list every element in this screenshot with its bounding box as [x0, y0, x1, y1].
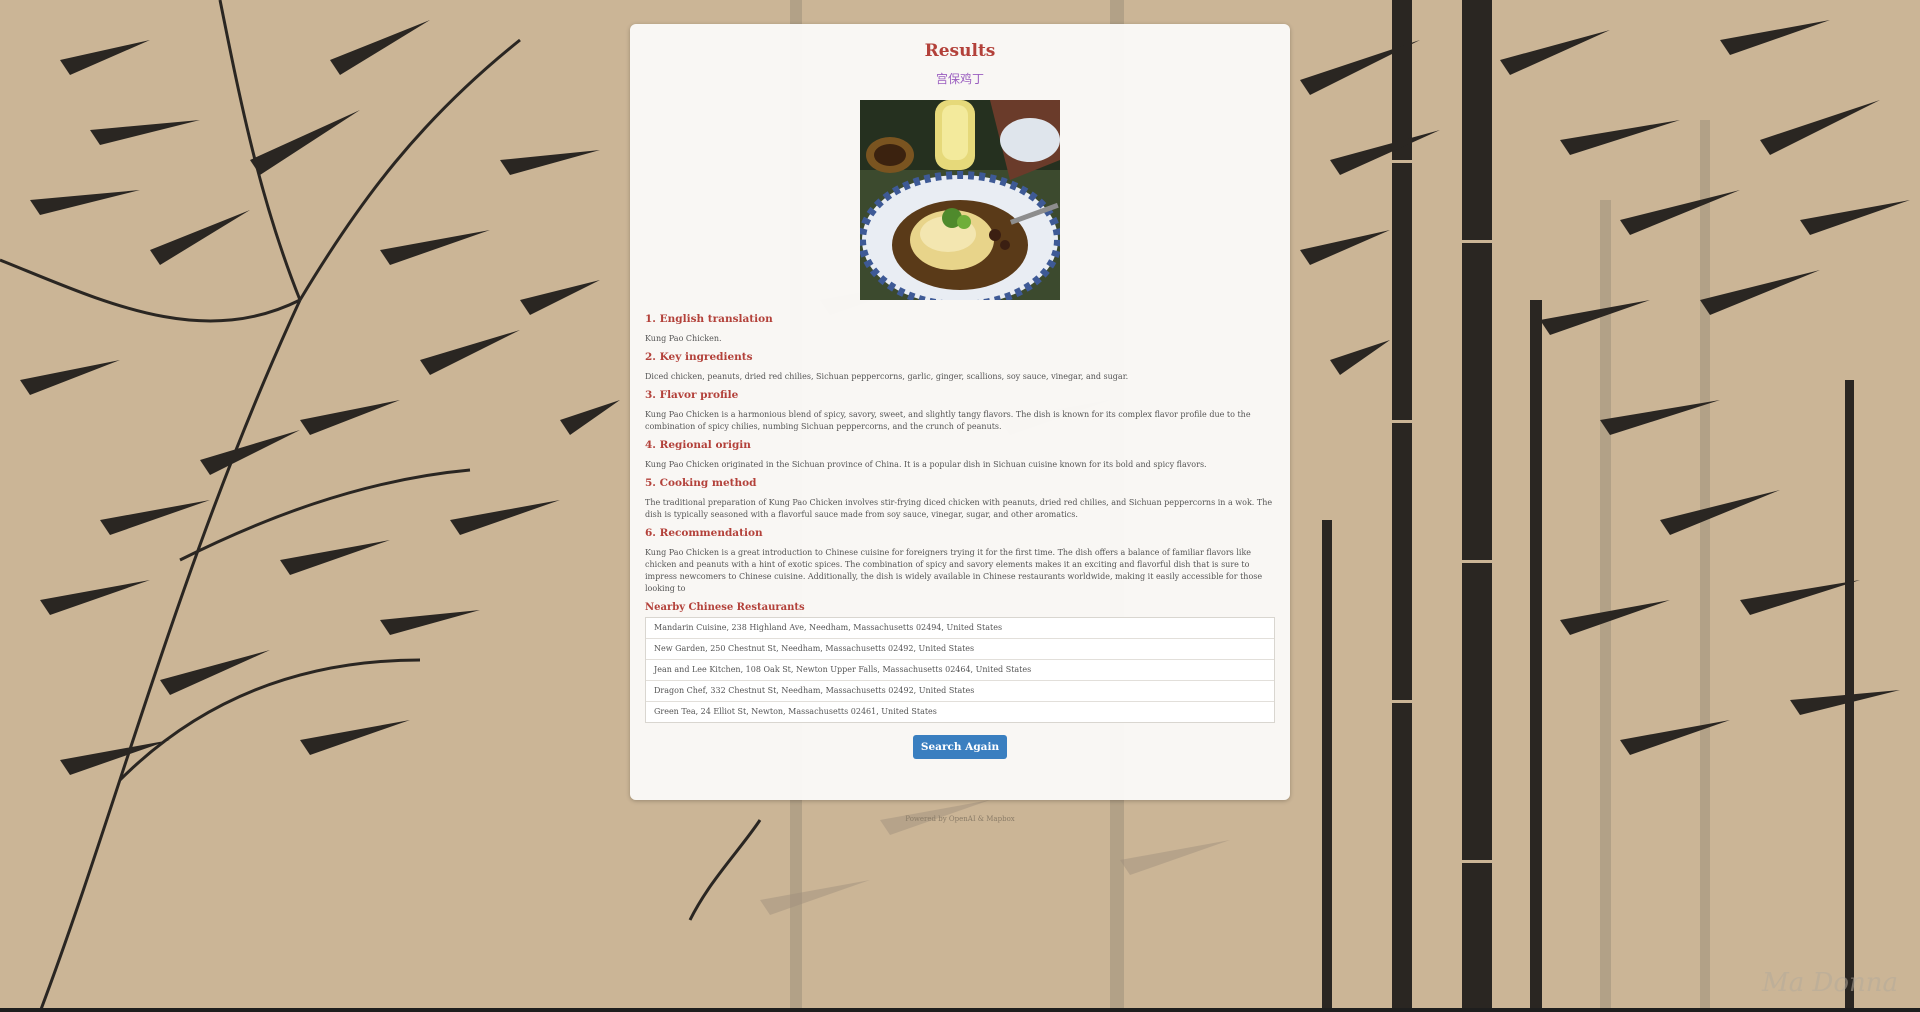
restaurant-list-item[interactable]: New Garden, 250 Chestnut St, Needham, Ma… [646, 639, 1274, 660]
section-heading: 3. Flavor profile [645, 389, 739, 401]
artist-signature: Ma Donna [1762, 968, 1898, 998]
section-text: Diced chicken, peanuts, dried red chilie… [645, 372, 1129, 381]
section-heading: 1. English translation [645, 313, 773, 325]
section-english-translation: 1. English translation Kung Pao Chicken. [645, 312, 1275, 345]
section-recommendation: 6. Recommendation Kung Pao Chicken is a … [645, 526, 1275, 595]
restaurant-list-item[interactable]: Dragon Chef, 332 Chestnut St, Needham, M… [646, 681, 1274, 702]
restaurant-list: Mandarin Cuisine, 238 Highland Ave, Need… [645, 617, 1275, 723]
dish-photo [860, 100, 1060, 300]
section-key-ingredients: 2. Key ingredients Diced chicken, peanut… [645, 350, 1275, 383]
restaurant-list-item[interactable]: Mandarin Cuisine, 238 Highland Ave, Need… [646, 618, 1274, 639]
section-text: Kung Pao Chicken. [645, 334, 722, 343]
section-text: Kung Pao Chicken is a great introduction… [645, 548, 1263, 593]
section-heading: 5. Cooking method [645, 477, 757, 489]
analysis-sections: 1. English translation Kung Pao Chicken.… [645, 312, 1275, 595]
page-title: Results [924, 41, 996, 61]
powered-by-footer: Powered by OpenAI & Mapbox [905, 815, 1015, 823]
section-heading: 2. Key ingredients [645, 351, 753, 363]
section-heading: 6. Recommendation [645, 527, 763, 539]
section-text: Kung Pao Chicken is a harmonious blend o… [645, 410, 1251, 431]
nearby-restaurants-heading: Nearby Chinese Restaurants [645, 602, 805, 613]
section-heading: 4. Regional origin [645, 439, 751, 451]
section-regional-origin: 4. Regional origin Kung Pao Chicken orig… [645, 438, 1275, 471]
section-text: Kung Pao Chicken originated in the Sichu… [645, 460, 1207, 469]
section-text: The traditional preparation of Kung Pao … [645, 498, 1273, 519]
restaurant-list-item[interactable]: Jean and Lee Kitchen, 108 Oak St, Newton… [646, 660, 1274, 681]
actions: Search Again [645, 735, 1275, 759]
chinese-dish-name: 宫保鸡丁 [935, 72, 984, 86]
restaurant-list-item[interactable]: Green Tea, 24 Elliot St, Newton, Massach… [646, 702, 1274, 722]
section-flavor-profile: 3. Flavor profile Kung Pao Chicken is a … [645, 388, 1275, 433]
taskbar-edge [0, 1008, 1920, 1012]
results-card: Results 宫保鸡丁 1. English translation Kung… [630, 24, 1290, 800]
section-cooking-method: 5. Cooking method The traditional prepar… [645, 476, 1275, 521]
search-again-button[interactable]: Search Again [912, 735, 1008, 759]
